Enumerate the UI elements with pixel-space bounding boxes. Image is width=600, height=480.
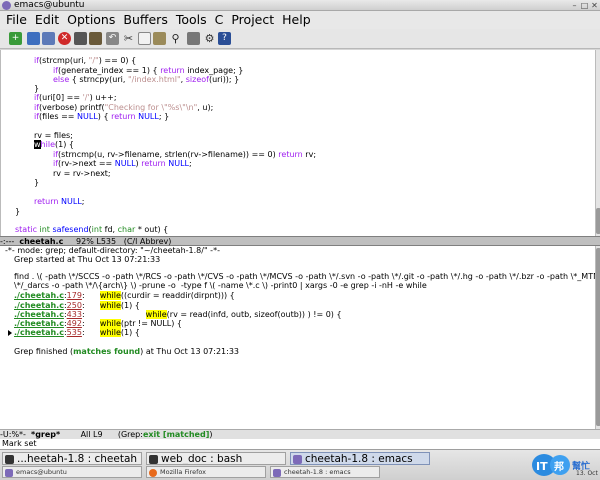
emacs-app-icon bbox=[2, 1, 11, 10]
undo-icon[interactable]: ↶ bbox=[106, 32, 119, 45]
open-file-icon[interactable] bbox=[27, 32, 40, 45]
grep-finished: Grep finished (matches found) at Thu Oct… bbox=[14, 347, 239, 356]
grep-started: Grep started at Thu Oct 13 07:21:33 bbox=[14, 255, 161, 264]
result-line-link: 492 bbox=[66, 319, 82, 328]
result-file-link: ./cheetah.c bbox=[14, 301, 64, 310]
print-icon[interactable] bbox=[187, 32, 200, 45]
terminal-icon bbox=[149, 455, 158, 464]
menu-file[interactable]: File bbox=[6, 11, 27, 29]
buffer-name: *grep* bbox=[31, 430, 61, 439]
window-title: emacs@ubuntu bbox=[14, 0, 85, 10]
code-line: return NULL; bbox=[34, 197, 85, 206]
taskbar: ...heetah-1.8 : cheetah web_doc : bash c… bbox=[0, 449, 600, 480]
code-line: while(1) { bbox=[34, 140, 74, 149]
mode-line-grep[interactable]: -U:%*- *grep* All L9 (Grep:exit [matched… bbox=[0, 429, 600, 439]
minimize-icon[interactable]: – bbox=[570, 1, 579, 10]
result-file-link: ./cheetah.c bbox=[14, 310, 64, 319]
search-icon[interactable]: ⚲ bbox=[169, 32, 182, 45]
grep-command-cont: \*/_darcs -o -path \*/\{arch\} \) -prune… bbox=[14, 281, 427, 290]
logo-text-it: IT bbox=[536, 460, 548, 473]
emacs-icon bbox=[5, 469, 13, 477]
code-line: else { strncpy(uri, "/index.html", sizeo… bbox=[53, 75, 240, 84]
code-scrollbar-thumb[interactable] bbox=[596, 208, 600, 234]
menu-help[interactable]: Help bbox=[282, 11, 311, 29]
taskbar-item-firefox[interactable]: Mozilla Firefox bbox=[146, 466, 266, 478]
emacs-icon bbox=[273, 469, 281, 477]
maximize-icon[interactable]: □ bbox=[580, 1, 589, 10]
code-scrollbar[interactable] bbox=[595, 50, 600, 237]
code-line: if(files == NULL) { return NULL; } bbox=[34, 112, 170, 121]
close-icon[interactable]: ✕ bbox=[590, 1, 599, 10]
menu-buffers[interactable]: Buffers bbox=[123, 11, 167, 29]
current-match-arrow-icon bbox=[8, 330, 12, 336]
code-line: static int safesend(int fd, char * out) … bbox=[15, 225, 169, 234]
taskbar-item-emacs-ubuntu[interactable]: emacs@ubuntu bbox=[2, 466, 142, 478]
result-file-link: ./cheetah.c bbox=[14, 319, 64, 328]
cut-icon[interactable]: ✂ bbox=[122, 32, 135, 45]
echo-area: Mark set bbox=[0, 439, 600, 449]
new-file-icon[interactable]: + bbox=[9, 32, 22, 45]
preferences-icon[interactable]: ⚙ bbox=[203, 32, 216, 45]
result-line-link: 433 bbox=[66, 310, 82, 319]
grep-scrollbar-thumb[interactable] bbox=[596, 248, 600, 426]
grep-result-row-current[interactable]: ./cheetah.c:535: while(1) { bbox=[14, 328, 140, 338]
menu-options[interactable]: Options bbox=[67, 11, 115, 29]
buffer-name: cheetah.c bbox=[19, 237, 64, 246]
menu-project[interactable]: Project bbox=[231, 11, 274, 29]
menu-tools[interactable]: Tools bbox=[176, 11, 207, 29]
grep-results-window[interactable]: -*- mode: grep; default-directory: "~/ch… bbox=[0, 246, 600, 429]
toolbar: + ✕ ↶ ✂ ⚲ ⚙ ? bbox=[0, 29, 600, 49]
code-editor-window[interactable]: if(strcmp(uri, "/") == 0) { if(generate_… bbox=[0, 50, 600, 237]
terminal-icon bbox=[5, 455, 14, 464]
paste-icon[interactable] bbox=[153, 32, 166, 45]
taskbar-item-emacs-small[interactable]: cheetah-1.8 : emacs bbox=[270, 466, 380, 478]
mode-line-code[interactable]: -:--- cheetah.c 92% L535 (C/l Abbrev) bbox=[0, 236, 600, 246]
copy-icon[interactable] bbox=[138, 32, 151, 45]
save-as-icon[interactable] bbox=[89, 32, 102, 45]
grep-scrollbar[interactable] bbox=[595, 246, 600, 429]
open-directory-icon[interactable] bbox=[42, 32, 55, 45]
result-line-link: 535 bbox=[66, 328, 82, 337]
save-icon[interactable] bbox=[74, 32, 87, 45]
code-line: if(uri[0] == '/') u++; bbox=[34, 93, 117, 102]
code-line: rv = rv->next; bbox=[53, 169, 111, 178]
result-file-link: ./cheetah.c bbox=[14, 291, 64, 300]
code-line: } bbox=[15, 207, 21, 216]
help-icon[interactable]: ? bbox=[218, 32, 231, 45]
taskbar-item-terminal-cheetah[interactable]: ...heetah-1.8 : cheetah bbox=[2, 452, 142, 465]
taskbar-item-emacs-cheetah[interactable]: cheetah-1.8 : emacs bbox=[290, 452, 430, 465]
code-line: if(strcmp(uri, "/") == 0) { bbox=[34, 56, 137, 65]
result-line-link: 250 bbox=[66, 301, 82, 310]
firefox-icon bbox=[149, 469, 157, 477]
logo-text-bang: 邦 bbox=[554, 460, 564, 473]
kill-buffer-icon[interactable]: ✕ bbox=[58, 32, 71, 45]
grep-result-row[interactable]: ./cheetah.c:179: while((curdir = readdir… bbox=[14, 291, 235, 301]
taskbar-item-terminal-webdoc[interactable]: web_doc : bash bbox=[146, 452, 286, 465]
clock[interactable]: 13. Oct bbox=[576, 470, 598, 477]
menu-edit[interactable]: Edit bbox=[35, 11, 59, 29]
window-titlebar: emacs@ubuntu – □ ✕ bbox=[0, 0, 600, 11]
menu-bar: File Edit Options Buffers Tools C Projec… bbox=[0, 11, 600, 29]
result-file-link: ./cheetah.c bbox=[14, 328, 64, 337]
menu-c[interactable]: C bbox=[215, 11, 224, 29]
emacs-icon bbox=[293, 455, 302, 464]
result-line-link: 179 bbox=[66, 291, 82, 300]
code-line: if(rv->next == NULL) return NULL; bbox=[53, 159, 192, 168]
code-line: } bbox=[34, 178, 40, 187]
